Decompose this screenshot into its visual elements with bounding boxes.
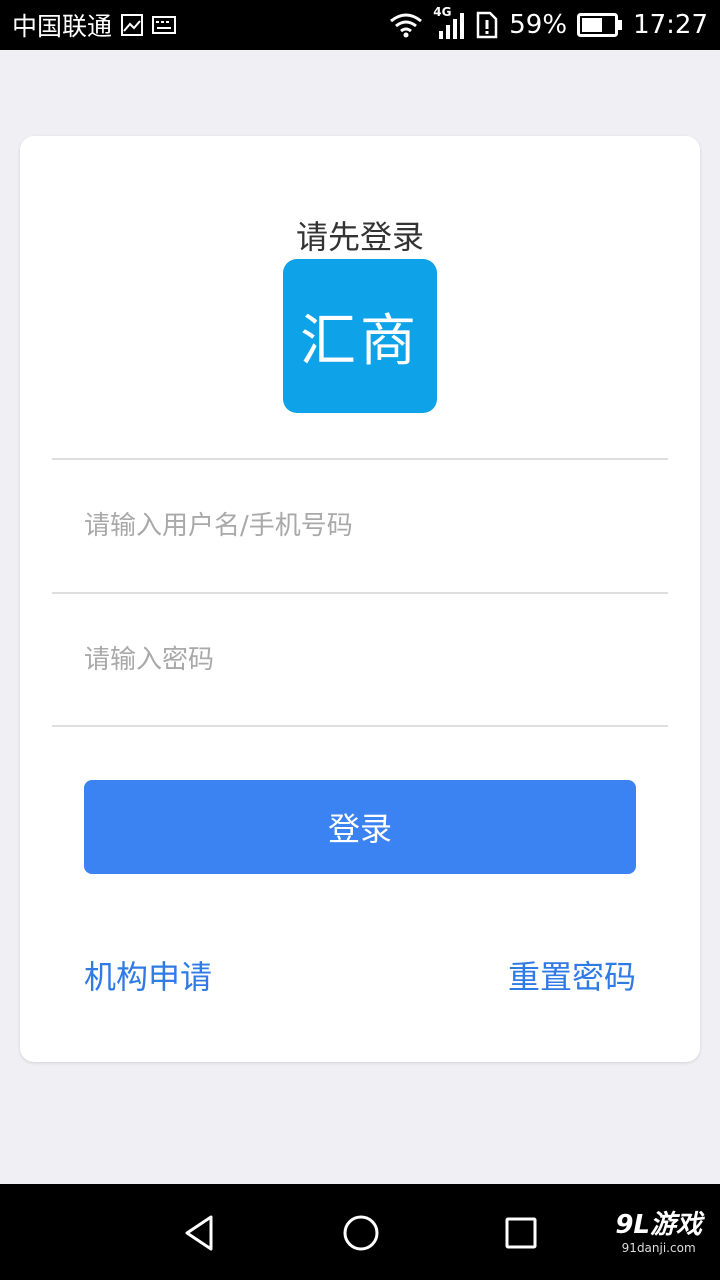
watermark: 9L游戏 91danji.com <box>615 1204 702 1255</box>
network-type: 4G <box>433 5 452 19</box>
wifi-icon <box>389 12 423 38</box>
sim-alert-icon <box>475 11 499 39</box>
image-icon <box>120 13 144 37</box>
signal-icon: 4G <box>433 5 465 39</box>
recents-icon[interactable] <box>486 1198 556 1268</box>
logo-text: 汇商 <box>300 308 420 374</box>
status-bar: 中国联通 4G 59% 17:27 <box>0 0 720 50</box>
clock: 17:27 <box>633 10 708 40</box>
reset-password-link[interactable]: 重置密码 <box>508 952 636 998</box>
app-logo: 汇商 <box>283 259 437 413</box>
divider <box>52 592 668 594</box>
login-title: 请先登录 <box>295 218 424 256</box>
watermark-url: 91danji.com <box>621 1241 696 1255</box>
back-icon[interactable] <box>166 1198 236 1268</box>
navigation-bar <box>0 1184 720 1280</box>
password-input[interactable] <box>84 630 644 690</box>
watermark-logo: 9L游戏 <box>615 1210 702 1240</box>
apply-institution-link[interactable]: 机构申请 <box>84 952 212 998</box>
divider <box>52 458 668 460</box>
carrier-name: 中国联通 <box>12 12 113 41</box>
username-input[interactable] <box>84 496 644 556</box>
battery-level: 59% <box>509 10 568 40</box>
login-button[interactable]: 登录 <box>84 780 636 874</box>
keyboard-icon <box>152 16 177 34</box>
home-icon[interactable] <box>326 1198 396 1268</box>
battery-icon <box>577 13 623 37</box>
divider <box>52 725 668 727</box>
